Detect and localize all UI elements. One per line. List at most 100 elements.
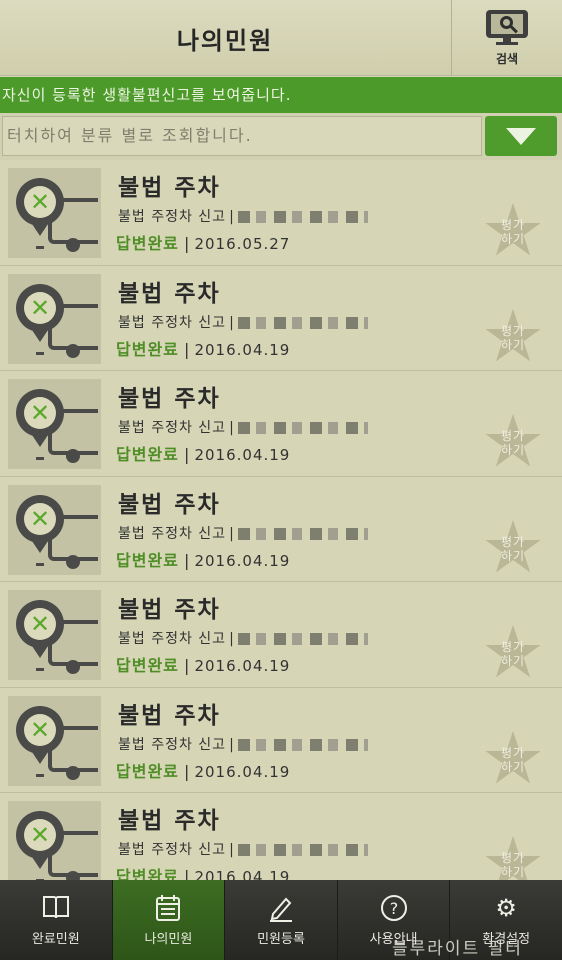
filter-row: 터치하여 분류 별로 조회합니다.: [0, 113, 562, 160]
item-date: 2016.04.19: [194, 446, 291, 464]
item-date: 2016.04.19: [194, 657, 291, 675]
rate-button[interactable]: ★ 평가 하기: [478, 827, 548, 880]
category-text: 불법 주정차 신고: [118, 842, 227, 858]
pencil-icon: [267, 894, 295, 924]
rate-button[interactable]: ★ 평가 하기: [478, 194, 548, 266]
nav-label: 나의민원: [144, 931, 193, 947]
item-title: 불법 주차: [118, 175, 221, 201]
header: 나의민원 검색: [0, 0, 562, 76]
item-category: 불법 주정차 신고 |: [118, 734, 368, 754]
help-icon: ?: [380, 894, 408, 924]
status-badge: 답변완료: [116, 761, 179, 781]
rate-label: 평가 하기: [500, 323, 526, 352]
item-title: 불법 주차: [118, 597, 221, 623]
rate-button[interactable]: ★ 평가 하기: [478, 722, 548, 794]
item-status-line: 답변완료 | 2016.04.19: [116, 761, 291, 781]
item-date: 2016.05.27: [194, 235, 291, 253]
search-button[interactable]: 검색: [451, 0, 562, 76]
item-title: 불법 주차: [118, 280, 221, 307]
rate-button[interactable]: ★ 평가 하기: [478, 405, 548, 477]
nav-label: 완료민원: [31, 931, 80, 947]
rate-label: 평가 하기: [500, 851, 526, 879]
category-filter[interactable]: 터치하여 분류 별로 조회합니다.: [2, 116, 482, 156]
status-badge: 답변완료: [116, 867, 179, 880]
redacted-address: [237, 738, 368, 751]
chevron-down-icon: [506, 127, 536, 145]
item-status-line: 답변완료 | 2016.04.19: [116, 445, 291, 464]
illegal-parking-icon: ✕: [8, 801, 101, 880]
list-item[interactable]: ✕ 불법 주차 불법 주정차 신고 | 답변완료 | 2016.04.19 ★ 평…: [0, 266, 562, 372]
status-badge: 답변완료: [116, 234, 179, 253]
item-title: 불법 주차: [118, 386, 221, 412]
search-icon: [486, 9, 528, 46]
illegal-parking-icon: ✕: [8, 695, 101, 786]
list-item[interactable]: ✕ 불법 주차 불법 주정차 신고 | 답변완료 | 2016.05.27 ★ 평…: [0, 160, 562, 266]
status-badge: 답변완료: [116, 339, 179, 359]
list-item[interactable]: ✕ 불법 주차 불법 주정차 신고 | 답변완료 | 2016.04.19 ★ 평…: [0, 582, 562, 688]
nav-register[interactable]: 민원등록: [225, 880, 338, 960]
rate-label: 평가 하기: [500, 640, 526, 668]
illegal-parking-icon: ✕: [8, 168, 101, 258]
item-category: 불법 주정차 신고 |: [118, 312, 368, 332]
redacted-address: [237, 844, 368, 856]
item-category: 불법 주정차 신고 |: [118, 206, 368, 226]
watermark-text: 블루라이트 필터: [392, 939, 523, 959]
list-item[interactable]: ✕ 불법 주차 불법 주정차 신고 | 답변완료 | 2016.04.19 ★ 평…: [0, 793, 562, 880]
item-category: 불법 주정차 신고 |: [118, 523, 368, 543]
item-date: 2016.04.19: [194, 868, 291, 880]
item-status-line: 답변완료 | 2016.04.19: [116, 339, 291, 359]
search-label: 검색: [495, 51, 519, 66]
illegal-parking-icon: ✕: [8, 273, 101, 364]
status-badge: 답변완료: [116, 550, 179, 570]
category-text: 불법 주정차 신고: [118, 420, 227, 436]
item-category: 불법 주정차 신고 |: [118, 839, 368, 859]
item-title: 불법 주차: [118, 491, 221, 518]
book-icon: [42, 894, 70, 924]
item-status-line: 답변완료 | 2016.04.19: [116, 550, 291, 570]
illegal-parking-icon: ✕: [8, 484, 101, 575]
redacted-address: [237, 527, 368, 540]
list-item[interactable]: ✕ 불법 주차 불법 주정차 신고 | 답변완료 | 2016.04.19 ★ 평…: [0, 688, 562, 794]
item-date: 2016.04.19: [194, 340, 291, 359]
status-badge: 답변완료: [116, 445, 179, 464]
item-date: 2016.04.19: [194, 762, 291, 781]
nav-my-complaints[interactable]: 나의민원: [112, 880, 226, 960]
illegal-parking-icon: ✕: [8, 379, 101, 469]
item-title: 불법 주차: [118, 808, 221, 834]
item-status-line: 답변완료 | 2016.05.27: [116, 234, 291, 253]
redacted-address: [237, 316, 368, 329]
svg-text:?: ?: [389, 899, 398, 918]
category-text: 불법 주정차 신고: [118, 631, 227, 647]
illegal-parking-icon: ✕: [8, 590, 101, 680]
rate-button[interactable]: ★ 평가 하기: [478, 616, 548, 688]
category-text: 불법 주정차 신고: [118, 736, 227, 753]
item-category: 불법 주정차 신고 |: [118, 417, 368, 437]
list-item[interactable]: ✕ 불법 주차 불법 주정차 신고 | 답변완료 | 2016.04.19 ★ 평…: [0, 371, 562, 477]
rate-button[interactable]: ★ 평가 하기: [478, 511, 548, 583]
page-title: 나의민원: [176, 26, 274, 55]
rate-label: 평가 하기: [500, 218, 526, 246]
list-item[interactable]: ✕ 불법 주차 불법 주정차 신고 | 답변완료 | 2016.04.19 ★ 평…: [0, 477, 562, 583]
rate-button[interactable]: ★ 평가 하기: [478, 300, 548, 372]
redacted-address: [237, 422, 368, 434]
item-date: 2016.04.19: [194, 551, 291, 570]
status-badge: 답변완료: [116, 656, 179, 675]
rate-label: 평가 하기: [500, 745, 526, 774]
category-text: 불법 주정차 신고: [118, 209, 227, 225]
nav-completed[interactable]: 완료민원: [0, 880, 113, 960]
item-category: 불법 주정차 신고 |: [118, 628, 368, 648]
category-text: 불법 주정차 신고: [118, 525, 227, 542]
rate-label: 평가 하기: [500, 429, 526, 457]
item-status-line: 답변완료 | 2016.04.19: [116, 863, 290, 880]
item-title: 불법 주차: [118, 702, 221, 729]
redacted-address: [237, 633, 368, 645]
rate-label: 평가 하기: [500, 534, 526, 563]
category-text: 불법 주정차 신고: [118, 314, 227, 331]
notice-banner: 자신이 등록한 생활불편신고를 보여줍니다.: [0, 77, 562, 113]
complaint-list: ✕ 불법 주차 불법 주정차 신고 | 답변완료 | 2016.05.27 ★ 평…: [0, 160, 562, 880]
redacted-address: [237, 211, 368, 223]
gear-icon: ⚙: [495, 893, 517, 922]
filter-dropdown-button[interactable]: [485, 116, 557, 156]
nav-label: 민원등록: [257, 931, 305, 947]
calendar-icon: [154, 894, 182, 924]
